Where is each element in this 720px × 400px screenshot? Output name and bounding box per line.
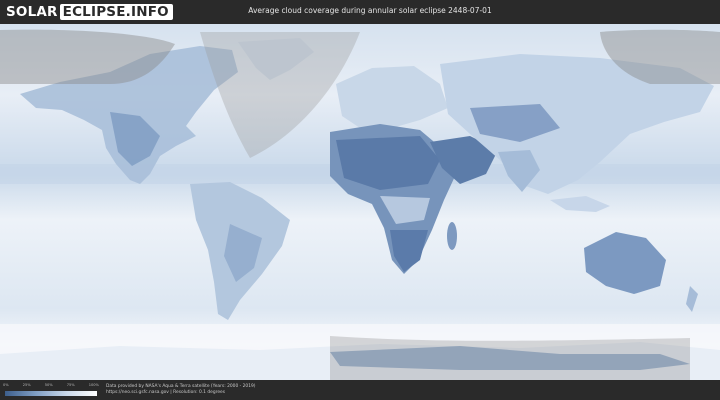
page-title: Average cloud coverage during annular so… [248, 6, 492, 15]
world-map-svg [0, 24, 720, 380]
madagascar-landmass [447, 222, 457, 250]
credit-line-2[interactable]: https://neo.sci.gsfc.nasa.gov | Resoluti… [106, 390, 256, 396]
legend-label: 0% [3, 383, 9, 387]
legend-label: 50% [44, 383, 53, 387]
logo-solar-text: SOLAR [6, 3, 58, 20]
header-bar: SOLAR ECLIPSE.INFO Average cloud coverag… [0, 0, 720, 24]
legend-color-scale [5, 391, 97, 396]
legend-label: 100% [88, 383, 99, 387]
legend-label: 25% [22, 383, 31, 387]
site-logo[interactable]: SOLAR ECLIPSE.INFO [6, 3, 173, 20]
logo-eclipse-text: ECLIPSE.INFO [59, 3, 173, 20]
legend-label: 75% [66, 383, 75, 387]
legend-labels: 0% 25% 50% 75% 100% [3, 383, 99, 390]
eclipse-shadow-path-south [330, 336, 690, 380]
data-credits: Data provided by NASA's Aqua & Terra sat… [106, 384, 256, 396]
cloud-coverage-map [0, 24, 720, 380]
footer-bar: 0% 25% 50% 75% 100% Data provided by NAS… [0, 380, 720, 400]
